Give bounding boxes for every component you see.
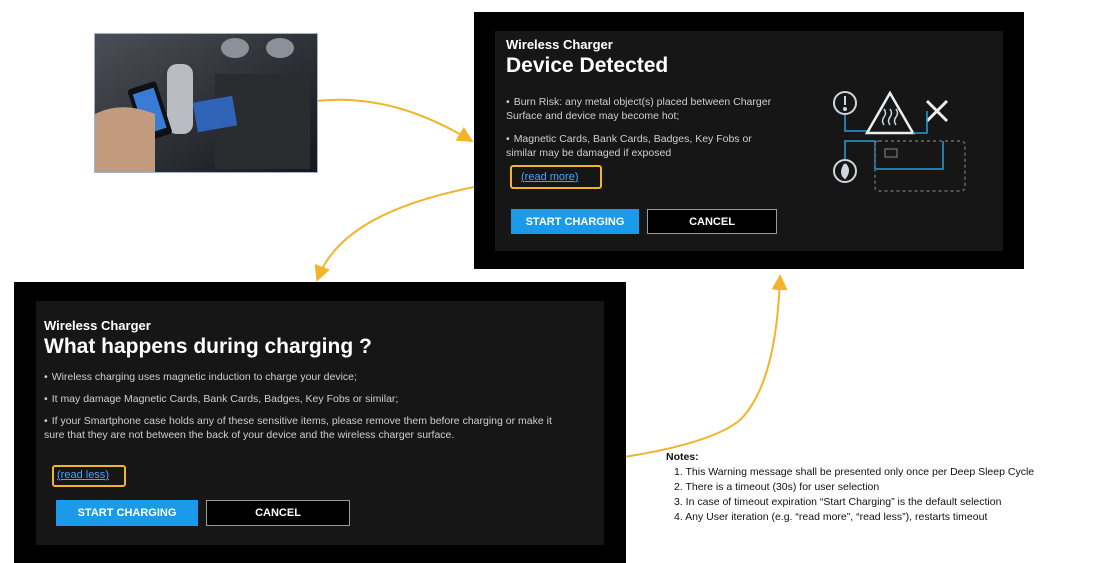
cancel-button[interactable]: CANCEL [206,500,350,526]
start-charging-button[interactable]: START CHARGING [511,209,639,234]
bullet-item: • Wireless charging uses magnetic inducti… [44,371,357,383]
fire-icon [833,159,857,183]
read-less-highlight [52,465,126,487]
note-item: 2. There is a timeout (30s) for user sel… [674,481,880,493]
note-item: 3. In case of timeout expiration “Start … [674,496,1002,508]
note-item: 4. Any User iteration (e.g. “read more”,… [674,511,988,523]
dialog-panel: Wireless Charger Device Detected • Burn R… [495,31,1003,251]
screen-what-happens: Wireless Charger What happens during cha… [14,282,626,563]
bullet-item: • It may damage Magnetic Cards, Bank Card… [44,393,399,405]
bullet-item: • If your Smartphone case holds any of th… [44,415,552,441]
dialog-panel: Wireless Charger What happens during cha… [36,301,604,545]
screen-device-detected: Wireless Charger Device Detected • Burn R… [474,12,1024,269]
bullet-item: • Burn Risk: any metal object(s) placed b… [506,96,772,122]
dialog-kicker: Wireless Charger [506,37,613,52]
bullet-item: • Magnetic Cards, Bank Cards, Badges, Key… [506,133,752,159]
note-item: 1. This Warning message shall be present… [674,466,1035,478]
dialog-kicker: Wireless Charger [44,318,151,333]
notes-heading: Notes: [666,451,699,463]
warning-illustration [833,90,966,192]
close-x-icon [925,99,949,123]
start-charging-button[interactable]: START CHARGING [56,500,198,526]
arrow-photo-to-screen-a [315,98,474,143]
cancel-button[interactable]: CANCEL [647,209,777,234]
read-more-highlight [510,165,602,189]
dialog-title: Device Detected [506,54,669,77]
car-charger-photo [94,33,318,173]
dialog-title: What happens during charging ? [44,335,372,358]
notes-block: Notes: 1. This Warning message shall be … [666,450,1034,525]
info-warning-icon [833,91,857,115]
heat-warning-triangle-icon [864,90,916,135]
